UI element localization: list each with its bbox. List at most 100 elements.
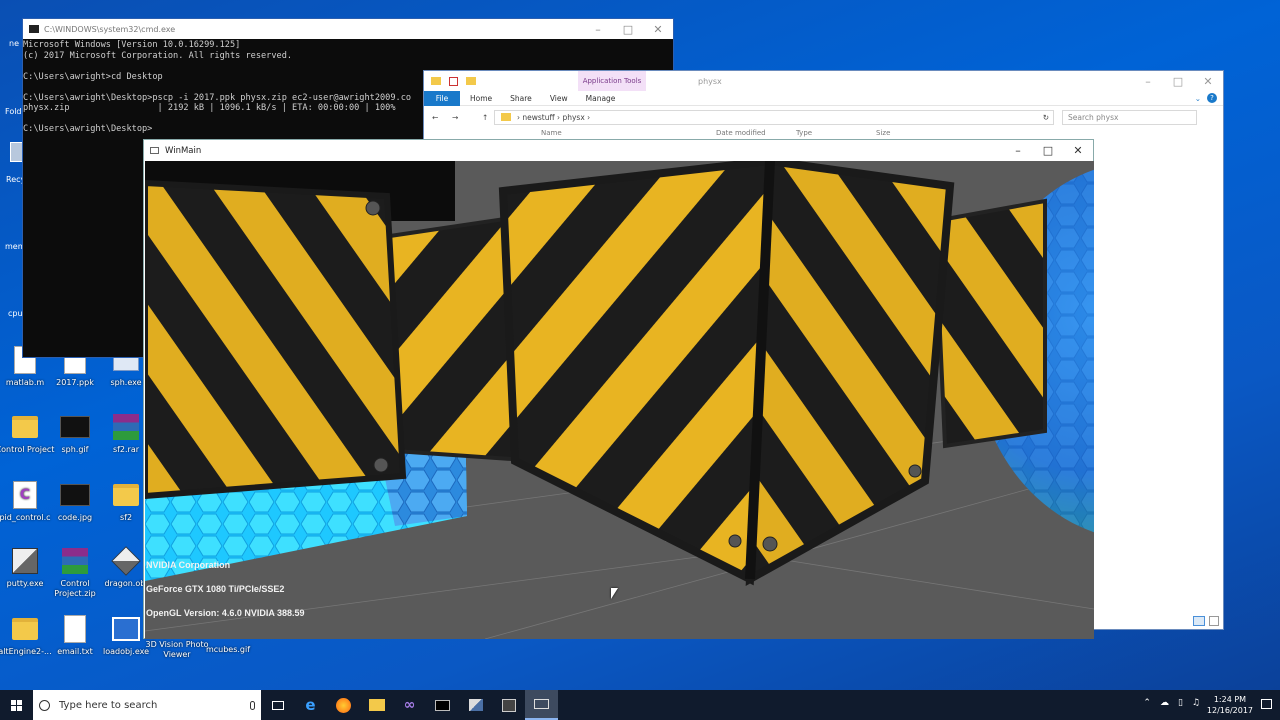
- 3d-scene: [145, 161, 1094, 639]
- windows-icon: [11, 699, 22, 711]
- search-input[interactable]: Search physx: [1062, 109, 1197, 125]
- winmain-title: WinMain: [165, 145, 202, 156]
- winmain-taskbar-icon[interactable]: [525, 690, 558, 720]
- folder-icon: [501, 113, 511, 121]
- help-icon[interactable]: ?: [1207, 93, 1217, 103]
- address-bar-row: ← → ↑ › newstuff › physx › ↻ Search phys…: [424, 106, 1223, 128]
- archive-icon: [111, 412, 141, 442]
- desktop-icon-mcubes[interactable]: mcubes.gif: [195, 645, 261, 655]
- crate-bolt: [908, 464, 922, 478]
- folder-icon: [431, 77, 441, 85]
- tab-manage[interactable]: Manage: [586, 94, 616, 103]
- back-icon[interactable]: ←: [432, 113, 438, 122]
- explorer-titlebar[interactable]: Application Tools physx – □ ✕: [424, 71, 1223, 91]
- new-folder-icon[interactable]: [466, 77, 476, 85]
- folder-icon: [111, 480, 141, 510]
- image-icon: [60, 480, 90, 510]
- cmd-titlebar[interactable]: C:\WINDOWS\system32\cmd.exe – □ ✕: [23, 19, 673, 39]
- ribbon-expand-icon[interactable]: ⌄: [1195, 94, 1201, 103]
- cmd-line: Microsoft Windows [Version 10.0.16299.12…: [23, 40, 241, 50]
- desktop-icon-label: mcubes.gif: [205, 645, 251, 654]
- tab-file[interactable]: File: [424, 90, 460, 106]
- ribbon-tabs: File Home Share View Manage ⌄ ?: [424, 90, 1223, 106]
- column-name[interactable]: Name: [541, 129, 562, 137]
- network-icon[interactable]: ▯: [1178, 698, 1183, 708]
- forward-icon[interactable]: →: [452, 113, 458, 122]
- putty-icon: [10, 546, 40, 576]
- folder-icon: [10, 412, 40, 442]
- crate-bolt: [373, 457, 389, 473]
- winmain-window[interactable]: WinMain – □ ✕ NVIDIA Corporation GeForce…: [143, 139, 1094, 639]
- maximize-button[interactable]: □: [1033, 144, 1063, 157]
- close-button[interactable]: ✕: [1063, 144, 1093, 157]
- opengl-viewport[interactable]: NVIDIA Corporation GeForce GTX 1080 Ti/P…: [145, 161, 1094, 639]
- minimize-button[interactable]: –: [583, 23, 613, 36]
- volume-icon[interactable]: ♫: [1192, 698, 1200, 708]
- clipped-icon-label: ne: [9, 39, 19, 48]
- gl-vendor-text: NVIDIA Corporation: [146, 560, 231, 570]
- breadcrumb-newstuff[interactable]: newstuff: [522, 113, 554, 122]
- refresh-icon[interactable]: ↻: [1043, 113, 1049, 122]
- exe-icon: [111, 614, 141, 644]
- address-bar[interactable]: › newstuff › physx › ↻: [494, 109, 1054, 125]
- crate-bolt: [728, 534, 742, 548]
- winmain-titlebar[interactable]: WinMain – □ ✕: [144, 140, 1093, 161]
- cmd-line: (c) 2017 Microsoft Corporation. All righ…: [23, 50, 293, 61]
- folder-icon: [10, 614, 40, 644]
- taskbar-search-box[interactable]: Type here to search: [33, 690, 261, 720]
- tab-home[interactable]: Home: [470, 94, 492, 103]
- close-button[interactable]: ✕: [643, 23, 673, 36]
- archive-icon: [60, 546, 90, 576]
- properties-icon[interactable]: [449, 76, 458, 86]
- task-view-icon[interactable]: [261, 690, 294, 720]
- crate-bolt: [762, 536, 778, 552]
- details-view-icon[interactable]: [1193, 616, 1205, 626]
- gl-version-text: OpenGL Version: 4.6.0 NVIDIA 388.59: [146, 608, 305, 618]
- visual-studio-icon[interactable]: ∞: [393, 690, 426, 720]
- microphone-icon[interactable]: [250, 700, 255, 710]
- minimize-button[interactable]: –: [1003, 144, 1033, 157]
- mouse-cursor-icon: [611, 588, 618, 599]
- column-date[interactable]: Date modified: [716, 129, 766, 137]
- crate-back-right: [932, 198, 1047, 449]
- maximize-button[interactable]: □: [1163, 75, 1193, 88]
- up-icon[interactable]: ↑: [482, 113, 488, 122]
- start-button[interactable]: [0, 690, 33, 720]
- image-icon: [60, 412, 90, 442]
- close-button[interactable]: ✕: [1193, 75, 1223, 88]
- crate-bolt: [365, 200, 381, 216]
- tab-share[interactable]: Share: [510, 94, 532, 103]
- apptools-tab[interactable]: Application Tools: [578, 71, 646, 91]
- explorer-title: physx: [698, 76, 722, 86]
- search-icon: [39, 699, 50, 711]
- app-icon[interactable]: [492, 690, 525, 720]
- cmd-icon[interactable]: [426, 690, 459, 720]
- clock[interactable]: 1:24 PM 12/16/2017: [1207, 694, 1253, 716]
- column-type[interactable]: Type: [796, 129, 812, 137]
- cmd-icon: [29, 25, 39, 33]
- putty-icon[interactable]: [459, 690, 492, 720]
- chevron-up-icon[interactable]: ⌃: [1143, 698, 1151, 708]
- minimize-button[interactable]: –: [1133, 75, 1163, 88]
- column-size[interactable]: Size: [876, 129, 890, 137]
- cmd-title: C:\WINDOWS\system32\cmd.exe: [44, 24, 176, 34]
- tab-view[interactable]: View: [550, 94, 568, 103]
- crate-left: [145, 179, 407, 500]
- onedrive-icon[interactable]: ☁: [1160, 698, 1169, 708]
- breadcrumb-sep: ›: [584, 112, 591, 122]
- edge-icon[interactable]: e: [294, 690, 327, 720]
- tiles-view-icon[interactable]: [1209, 616, 1219, 626]
- breadcrumb-physx[interactable]: physx: [562, 113, 584, 122]
- maximize-button[interactable]: □: [613, 23, 643, 36]
- file-explorer-icon[interactable]: [360, 690, 393, 720]
- clipped-icon-label: cpu: [8, 309, 23, 318]
- notifications-icon[interactable]: [1261, 699, 1272, 709]
- breadcrumb-sep: ›: [554, 112, 563, 122]
- text-file-icon: [60, 614, 90, 644]
- system-tray: ⌃ ☁ ▯ ♫: [1143, 698, 1200, 708]
- 3d-object-icon: [111, 546, 141, 576]
- app-icon: [150, 147, 159, 154]
- taskbar: Type here to search e ∞ ⌃ ☁ ▯ ♫ 1:24 PM …: [0, 690, 1280, 720]
- firefox-icon[interactable]: [327, 690, 360, 720]
- search-placeholder: Type here to search: [59, 699, 158, 711]
